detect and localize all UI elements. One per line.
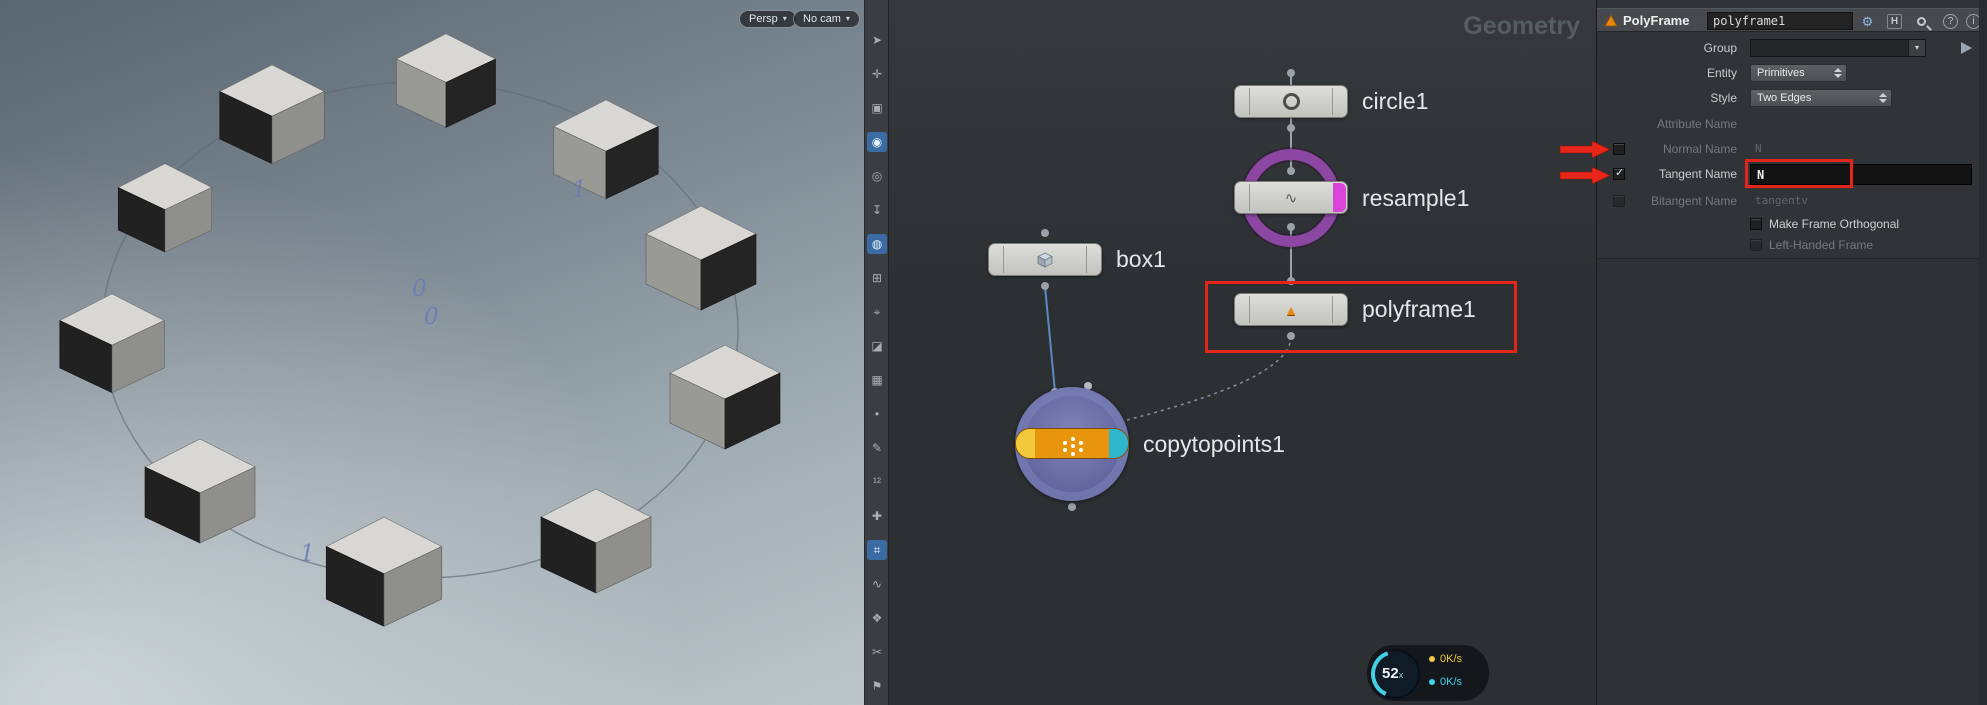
point-number-marker: 0 <box>412 276 427 302</box>
camera-menu-label: No cam <box>803 13 841 25</box>
annotation-arrow-tangent <box>1560 167 1611 184</box>
entity-label: Entity <box>1706 66 1737 80</box>
group-chooser-icon[interactable] <box>1961 42 1972 54</box>
orthogonal-checkbox[interactable] <box>1750 218 1762 230</box>
updown-arrows-icon <box>1879 93 1887 103</box>
magnet-icon[interactable]: ◍ <box>867 234 887 254</box>
select-icon[interactable]: ➤ <box>867 30 887 50</box>
pin-icon[interactable]: ↧ <box>867 200 887 220</box>
node-name-field[interactable] <box>1707 12 1853 30</box>
param-row-entity: Entity Primitives <box>1597 63 1987 83</box>
param-row-orthogonal: Make Frame Orthogonal <box>1597 214 1987 234</box>
cut-icon[interactable]: ✂ <box>867 642 887 662</box>
hscript-icon[interactable]: H <box>1887 14 1902 29</box>
annotation-rect-tangent <box>1745 159 1853 188</box>
rate-down-icon <box>1429 679 1435 685</box>
camera-icon[interactable]: ◉ <box>867 132 887 152</box>
point-number-marker: 0 <box>424 304 439 330</box>
bitangent-name-label: Bitangent Name <box>1650 194 1737 208</box>
copytopoints-bar[interactable] <box>1015 428 1129 459</box>
group-label: Group <box>1703 41 1737 55</box>
group-field[interactable]: ▾ <box>1750 39 1926 57</box>
param-row-normal-name: Normal Name N <box>1597 139 1987 159</box>
viewport-toolbar: ➤ ✛ ▣ ◉ ◎ ↧ ◍ ⊞ ⌖ ◪ ▦ • ✎ ¹² ✚ ⌗ ∿ ❖ ✂ ⚑ <box>864 0 889 705</box>
lefthanded-checkbox[interactable] <box>1750 239 1762 251</box>
point-numbers-icon[interactable]: ¹² <box>867 472 887 492</box>
rate-up-icon <box>1429 656 1435 662</box>
display-flag[interactable] <box>1109 429 1128 458</box>
grid-snap-icon[interactable]: ⊞ <box>867 268 887 288</box>
node-label-box1: box1 <box>1116 246 1166 272</box>
node-resample1[interactable]: ∿ <box>1234 181 1348 214</box>
point-number-marker: 1 <box>300 541 315 567</box>
gear-icon[interactable]: ⚙ <box>1859 13 1876 30</box>
point-number-marker: 1 <box>572 177 587 203</box>
chevron-down-icon: ▾ <box>782 14 787 23</box>
viewport-scene <box>59 33 781 627</box>
persp-menu[interactable]: Persp ▾ <box>739 10 797 28</box>
gauge-value: 52x <box>1382 665 1404 682</box>
rate-up: 0K/s <box>1429 653 1462 665</box>
updown-arrows-icon <box>1834 68 1842 78</box>
parameter-panel: PolyFrame ⚙ H ? i Group ▾ Entity Primiti… <box>1597 0 1987 705</box>
box-icon <box>989 244 1101 275</box>
annotation-rect-polyframe <box>1205 281 1517 353</box>
shade-icon[interactable]: ◪ <box>867 336 887 356</box>
viewport-3d[interactable]: 0 0 1 1 Persp ▾ No cam ▾ <box>0 0 864 705</box>
chevron-down-icon: ▾ <box>845 14 850 23</box>
lefthanded-label: Left-Handed Frame <box>1769 238 1874 252</box>
node-label-copytopoints1: copytopoints1 <box>1143 431 1285 457</box>
entity-menu[interactable]: Primitives <box>1750 64 1847 82</box>
polyframe-node-icon <box>1604 14 1618 27</box>
magnifier-icon[interactable] <box>1913 13 1930 30</box>
param-row-group: Group ▾ <box>1597 38 1987 58</box>
normal-name-value: N <box>1755 142 1762 155</box>
rate-down: 0K/s <box>1429 676 1462 688</box>
axis-icon[interactable]: ✚ <box>867 506 887 526</box>
panel-empty-area <box>1597 259 1987 705</box>
annotation-arrow-normal <box>1560 141 1611 158</box>
style-menu[interactable]: Two Edges <box>1750 89 1892 107</box>
panel-scrollbar[interactable] <box>1979 0 1987 705</box>
houdini-window: 0 0 1 1 Persp ▾ No cam ▾ ➤ ✛ ▣ ◉ ◎ ↧ ◍ ⊞… <box>0 0 1987 705</box>
persp-menu-label: Persp <box>749 13 778 25</box>
camera-menu[interactable]: No cam ▾ <box>793 10 860 28</box>
node-circle1[interactable] <box>1234 85 1348 118</box>
dropdown-arrow-icon[interactable]: ▾ <box>1908 40 1925 56</box>
bitangent-name-value: tangentv <box>1755 194 1808 207</box>
orthogonal-label: Make Frame Orthogonal <box>1769 217 1900 231</box>
style-label: Style <box>1710 91 1737 105</box>
node-label-circle1: circle1 <box>1362 88 1429 114</box>
param-row-style: Style Two Edges <box>1597 88 1987 108</box>
move-icon[interactable]: ✛ <box>867 64 887 84</box>
param-row-lefthanded: Left-Handed Frame <box>1597 235 1987 255</box>
entity-value: Primitives <box>1757 67 1805 79</box>
node-label-resample1: resample1 <box>1362 185 1470 211</box>
network-editor[interactable]: Geometry circle1 ∿ resample1 box1 ▲ poly… <box>889 0 1597 705</box>
param-row-attribute-name: Attribute Name <box>1597 114 1987 134</box>
point-snap-icon[interactable]: ⌖ <box>867 302 887 322</box>
parameter-header: PolyFrame ⚙ H ? i <box>1597 8 1987 32</box>
wave-icon[interactable]: ∿ <box>867 574 887 594</box>
globe-icon[interactable]: ◎ <box>867 166 887 186</box>
tangent-name-label: Tangent Name <box>1658 167 1737 181</box>
param-row-bitangent-name: Bitangent Name tangentv <box>1597 191 1987 211</box>
attribute-name-label: Attribute Name <box>1656 117 1737 131</box>
pen-icon[interactable]: ✎ <box>867 438 887 458</box>
normal-name-label: Normal Name <box>1662 142 1737 156</box>
node-type-label: PolyFrame <box>1623 12 1690 28</box>
measure-icon[interactable]: ⌗ <box>867 540 887 560</box>
help-icon[interactable]: ? <box>1943 14 1958 29</box>
bypass-flag[interactable] <box>1016 429 1035 458</box>
lock-icon[interactable]: ▣ <box>867 98 887 118</box>
resample-icon: ∿ <box>1284 189 1298 207</box>
diamond-icon[interactable]: ❖ <box>867 608 887 628</box>
wireframe-icon[interactable]: ▦ <box>867 370 887 390</box>
circle-icon <box>1235 86 1347 117</box>
flag-icon[interactable]: ⚑ <box>867 676 887 696</box>
node-box1[interactable] <box>988 243 1102 276</box>
dot-icon[interactable]: • <box>867 404 887 424</box>
style-value: Two Edges <box>1757 92 1812 104</box>
